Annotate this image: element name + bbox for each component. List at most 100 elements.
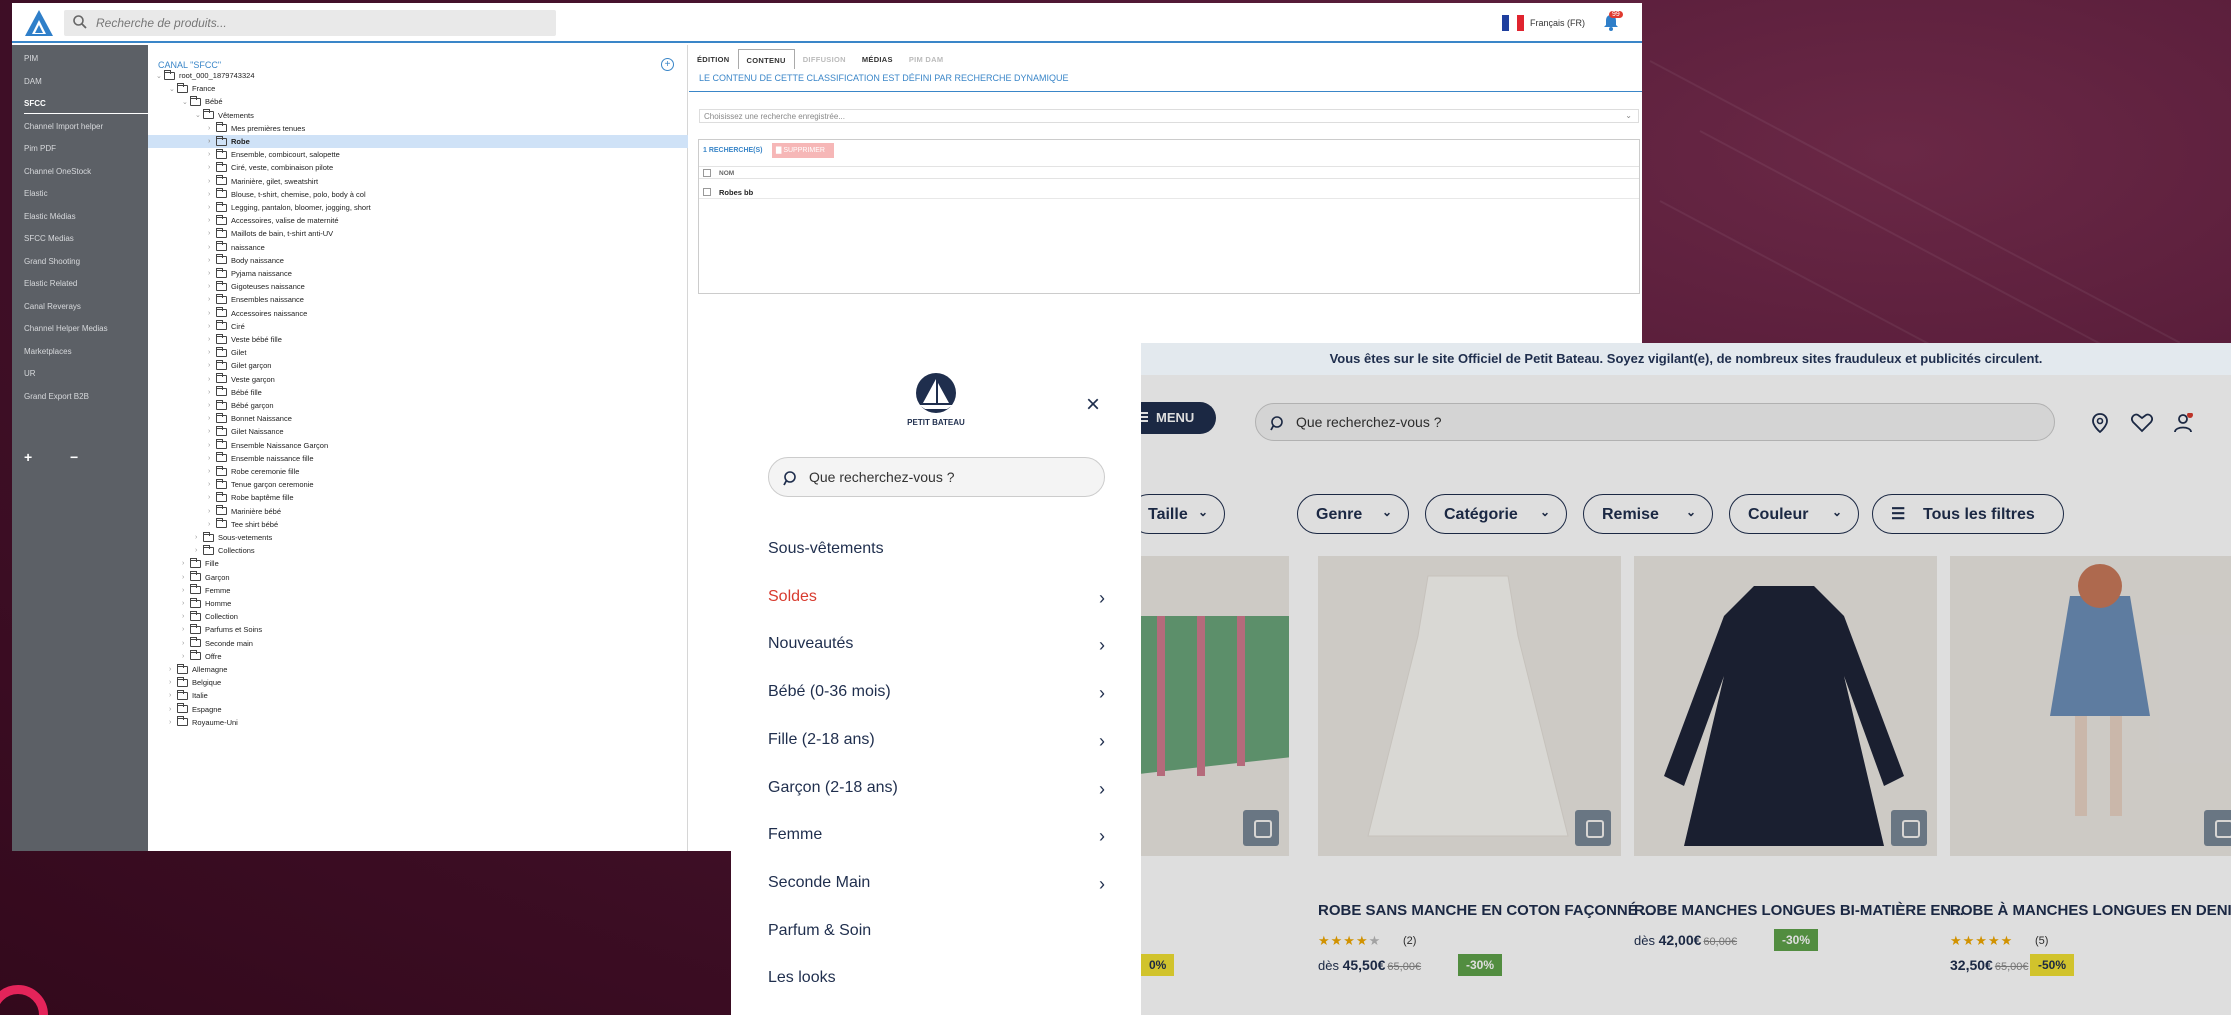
tree-node[interactable]: › Ensemble naissance fille (208, 452, 314, 465)
delete-button[interactable]: ▇ SUPPRIMER (772, 143, 834, 158)
expand-arrow-icon[interactable]: › (208, 415, 216, 422)
expand-arrow-icon[interactable]: ⌄ (195, 111, 203, 119)
tree-node[interactable]: › Espagne (169, 703, 222, 716)
expand-arrow-icon[interactable]: › (208, 442, 216, 449)
expand-arrow-icon[interactable]: › (208, 244, 216, 251)
expand-arrow-icon[interactable]: › (169, 679, 177, 686)
tree-node[interactable]: › Legging, pantalon, bloomer, jogging, sh… (208, 201, 371, 214)
tree-node[interactable]: › Veste garçon (208, 373, 275, 386)
expand-arrow-icon[interactable]: › (208, 204, 216, 211)
sidebar-item-elastic-related[interactable]: Elastic Related (24, 279, 77, 288)
expand-arrow-icon[interactable]: › (182, 587, 190, 594)
sidebar-item-elastic-medias[interactable]: Elastic Médias (24, 212, 76, 221)
menu-item-nouveautes[interactable]: Nouveautés › (768, 635, 1108, 659)
expand-arrow-icon[interactable]: › (208, 362, 216, 369)
expand-arrow-icon[interactable]: › (208, 191, 216, 198)
expand-arrow-icon[interactable]: › (208, 230, 216, 237)
expand-arrow-icon[interactable]: › (169, 692, 177, 699)
tree-node[interactable]: ⌄ Bébé (182, 95, 223, 108)
menu-item-garcon-2-18-ans[interactable]: Garçon (2-18 ans) › (768, 779, 1108, 803)
tree-node[interactable]: › Homme (182, 597, 231, 610)
tree-node[interactable]: › Bébé garçon (208, 399, 274, 412)
expand-arrow-icon[interactable]: › (169, 706, 177, 713)
expand-arrow-icon[interactable]: ⌄ (182, 98, 190, 106)
tree-node[interactable]: › Gilet (208, 346, 246, 359)
menu-item-soldes[interactable]: Soldes › (768, 588, 1108, 612)
expand-arrow-icon[interactable]: › (208, 164, 216, 171)
menu-item-les-looks[interactable]: Les looks (768, 969, 1108, 993)
tree-node[interactable]: › Bébé fille (208, 386, 262, 399)
tree-node[interactable]: › Collection (182, 610, 238, 623)
expand-arrow-icon[interactable]: › (182, 640, 190, 647)
close-icon[interactable]: × (1086, 391, 1100, 419)
expand-arrow-icon[interactable]: › (208, 508, 216, 515)
menu-item-femme[interactable]: Femme › (768, 826, 1108, 850)
tree-node[interactable]: › Robe baptême fille (208, 491, 294, 504)
language-selector[interactable]: Français (FR) (1530, 18, 1585, 28)
tree-node[interactable]: › Ciré (208, 320, 245, 333)
menu-item-fille-2-18-ans[interactable]: Fille (2-18 ans) › (768, 731, 1108, 755)
tree-node[interactable]: ⌄ root_000_1879743324 (156, 69, 255, 82)
expand-arrow-icon[interactable]: › (208, 389, 216, 396)
expand-arrow-icon[interactable]: › (208, 217, 216, 224)
tree-node[interactable]: › Belgique (169, 676, 221, 689)
expand-arrow-icon[interactable]: › (208, 125, 216, 132)
tree-node[interactable]: › Offre (182, 650, 222, 663)
sidebar-item-channel-onestock[interactable]: Channel OneStock (24, 167, 91, 176)
sidebar-item-dam[interactable]: DAM (24, 77, 42, 86)
expand-arrow-icon[interactable]: › (208, 138, 216, 145)
expand-arrow-icon[interactable]: › (208, 376, 216, 383)
sidebar-item-elastic[interactable]: Elastic (24, 189, 48, 198)
tree-node[interactable]: › Veste bébé fille (208, 333, 282, 346)
sidebar-item-canal-reverays[interactable]: Canal Reverays (24, 302, 81, 311)
tree-node[interactable]: › Blouse, t-shirt, chemise, polo, body à … (208, 188, 366, 201)
tree-node[interactable]: › Gilet garçon (208, 359, 271, 372)
expand-arrow-icon[interactable]: › (208, 310, 216, 317)
collapse-icon[interactable]: − (70, 449, 78, 465)
expand-arrow-icon[interactable]: › (208, 296, 216, 303)
tab-medias[interactable]: MÉDIAS (854, 49, 901, 69)
expand-arrow-icon[interactable]: › (182, 574, 190, 581)
tree-node[interactable]: ⌄ Vêtements (195, 109, 254, 122)
tab-edition[interactable]: ÉDITION (689, 49, 738, 69)
expand-arrow-icon[interactable]: › (208, 521, 216, 528)
tree-node[interactable]: › Gilet Naissance (208, 425, 284, 438)
expand-arrow-icon[interactable]: › (208, 349, 216, 356)
tree-node[interactable]: ⌄ France (169, 82, 215, 95)
menu-item-seconde-main[interactable]: Seconde Main › (768, 874, 1108, 898)
expand-arrow-icon[interactable]: › (208, 468, 216, 475)
tree-node[interactable]: › Femme (182, 584, 230, 597)
expand-arrow-icon[interactable]: › (208, 178, 216, 185)
expand-arrow-icon[interactable]: › (182, 626, 190, 633)
product-search-input[interactable]: Recherche de produits... (64, 10, 556, 36)
drawer-search-input[interactable]: Que recherchez-vous ? (768, 457, 1105, 497)
tree-node[interactable]: › Parfums et Soins (182, 623, 262, 636)
sidebar-item-grand-export-b2b[interactable]: Grand Export B2B (24, 392, 89, 401)
french-flag-icon[interactable] (1502, 15, 1524, 31)
expand-arrow-icon[interactable]: › (182, 653, 190, 660)
app-logo-icon[interactable] (24, 8, 54, 38)
expand-arrow-icon[interactable]: › (208, 151, 216, 158)
expand-arrow-icon[interactable]: › (182, 613, 190, 620)
tree-node[interactable]: › Robe ceremonie fille (208, 465, 299, 478)
tree-node[interactable]: › Body naissance (208, 254, 284, 267)
expand-arrow-icon[interactable]: › (195, 547, 203, 554)
expand-arrow-icon[interactable]: › (208, 481, 216, 488)
sidebar-item-channel-helper-medias[interactable]: Channel Helper Medias (24, 324, 108, 333)
sidebar-item-pim-pdf[interactable]: Pim PDF (24, 144, 56, 153)
tree-node[interactable]: › Royaume-Uni (169, 716, 238, 729)
sidebar-item-ur[interactable]: UR (24, 369, 36, 378)
tree-node[interactable]: › Seconde main (182, 637, 253, 650)
expand-arrow-icon[interactable]: › (195, 534, 203, 541)
tree-node[interactable]: › Marinière, gilet, sweatshirt (208, 175, 318, 188)
tree-node[interactable]: › Tee shirt bébé (208, 518, 278, 531)
expand-arrow-icon[interactable]: › (208, 257, 216, 264)
tab-contenu[interactable]: CONTENU (737, 49, 795, 69)
tree-node[interactable]: › Ensemble Naissance Garçon (208, 439, 328, 452)
expand-arrow-icon[interactable]: › (208, 455, 216, 462)
expand-arrow-icon[interactable]: › (182, 600, 190, 607)
tree-node[interactable]: › Sous-vetements (195, 531, 272, 544)
expand-arrow-icon[interactable]: › (208, 336, 216, 343)
menu-item-parfum-soin[interactable]: Parfum & Soin (768, 922, 1108, 946)
tree-node[interactable]: › Gigoteuses naissance (208, 280, 305, 293)
